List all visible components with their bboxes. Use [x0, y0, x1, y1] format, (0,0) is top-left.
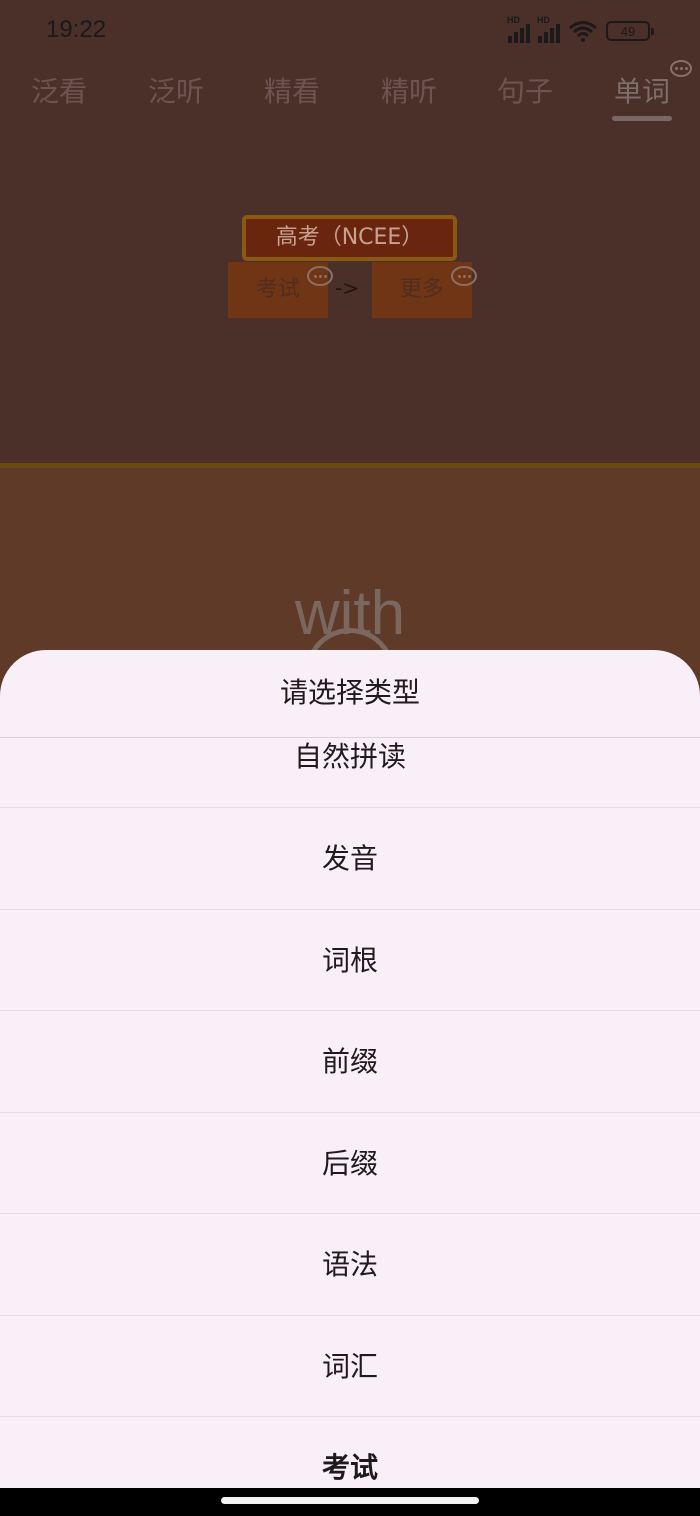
chat-bubble-icon[interactable]: [451, 266, 477, 286]
option-label: 语法: [321, 1248, 378, 1281]
option-item[interactable]: 前缀: [0, 1011, 700, 1113]
option-item[interactable]: 发音: [0, 808, 700, 910]
sheet-title: 请选择类型: [0, 650, 700, 738]
hd-label: HD: [507, 15, 520, 25]
option-label: 发音: [321, 842, 378, 875]
tab-fanting[interactable]: 泛听: [131, 70, 221, 110]
option-label: 词根: [321, 943, 378, 977]
hd-label: HD: [537, 15, 550, 25]
option-label: 后缀: [321, 1146, 378, 1180]
status-bar: 19:22 HD HD 49: [0, 0, 700, 62]
navigation-bar: [0, 1488, 700, 1516]
wifi-icon: [569, 21, 597, 42]
exam-tag: 高考（NCEE）: [242, 215, 457, 261]
option-item[interactable]: 自然拼读: [0, 739, 700, 808]
tab-jingting[interactable]: 精听: [364, 70, 454, 110]
tab-juzi[interactable]: 句子: [480, 70, 570, 110]
signal-sim2-icon: HD: [537, 15, 560, 43]
option-item[interactable]: 语法: [0, 1214, 700, 1316]
tab-danci[interactable]: 单词: [597, 70, 687, 110]
screen: 19:22 HD HD 49 泛看 泛听 精看 精听 句子 单词 高考（NCEE…: [0, 0, 700, 1516]
status-icons: HD HD 49: [507, 15, 654, 44]
option-item[interactable]: 词根: [0, 910, 700, 1011]
option-label: 自然拼读: [293, 740, 406, 773]
home-indicator[interactable]: [221, 1497, 479, 1504]
signal-sim1-icon: HD: [507, 15, 530, 43]
option-label: 前缀: [321, 1045, 378, 1078]
arrow-text: ->: [335, 276, 359, 300]
option-list: 自然拼读 发音 词根 前缀 后缀 语法 词汇 考试: [0, 739, 700, 1516]
battery-icon: 49: [606, 21, 654, 41]
option-item[interactable]: 词汇: [0, 1316, 700, 1417]
tab-indicator: [612, 116, 672, 121]
tab-fankan[interactable]: 泛看: [14, 70, 104, 110]
status-time: 19:22: [46, 16, 107, 43]
option-label: 词汇: [321, 1349, 378, 1383]
option-item[interactable]: 后缀: [0, 1113, 700, 1214]
chat-bubble-icon[interactable]: [670, 60, 692, 77]
top-tabs: 泛看 泛听 精看 精听 句子 单词: [0, 60, 700, 126]
tab-jingkan[interactable]: 精看: [247, 70, 337, 110]
type-picker-sheet: 请选择类型 自然拼读 发音 词根 前缀 后缀 语法 词汇 考试: [0, 650, 700, 1516]
chat-bubble-icon[interactable]: [307, 266, 333, 286]
